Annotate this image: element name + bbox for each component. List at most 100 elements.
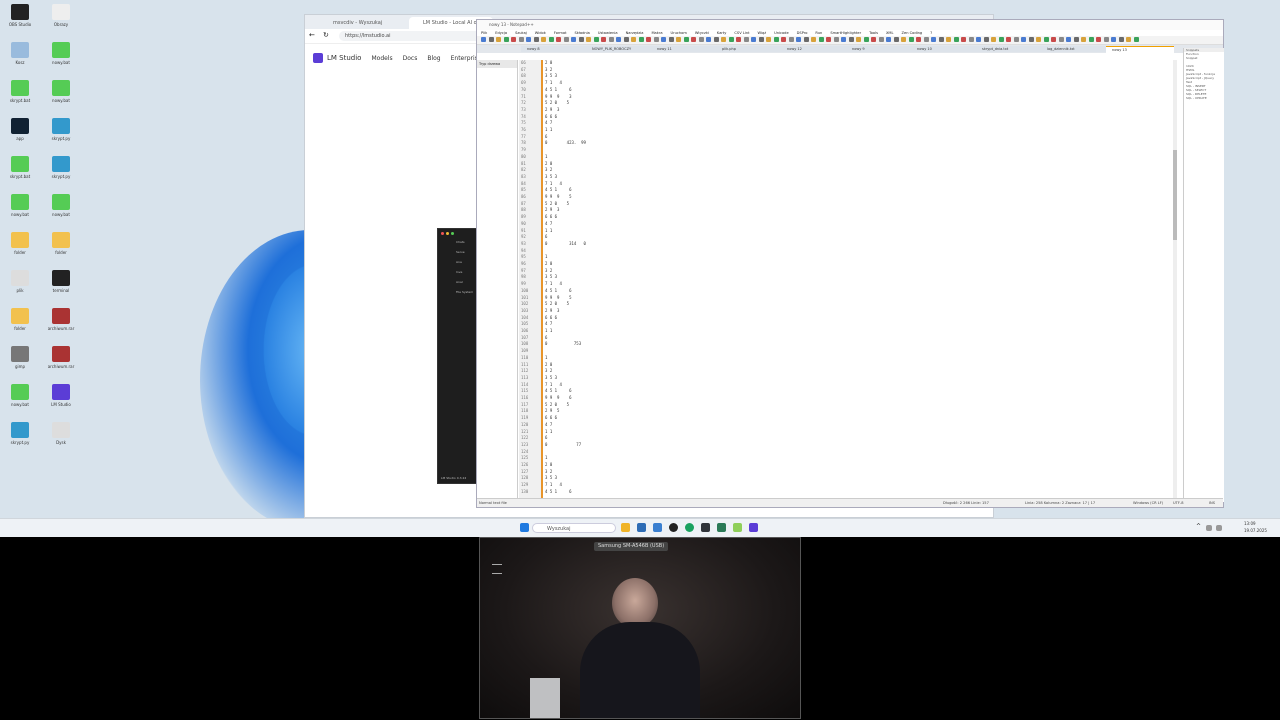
- mail-icon[interactable]: [653, 523, 662, 532]
- toolbar-button-icon[interactable]: [826, 37, 831, 42]
- desktop-icon[interactable]: folder: [1, 232, 39, 255]
- code-line[interactable]: 6: [545, 435, 547, 440]
- lm-studio-icon[interactable]: [749, 523, 758, 532]
- code-line[interactable]: 2 9 5: [545, 408, 559, 413]
- toolbar-button-icon[interactable]: [556, 37, 561, 42]
- code-line[interactable]: 5 2 0 5: [545, 100, 569, 105]
- dark-menu-item[interactable]: Anal: [438, 277, 476, 287]
- code-line[interactable]: 2 0: [545, 462, 552, 467]
- app-icon[interactable]: [701, 523, 710, 532]
- code-line[interactable]: 5 2 0 5: [545, 301, 569, 306]
- toolbar-button-icon[interactable]: [953, 37, 959, 42]
- chrome-icon[interactable]: [685, 523, 694, 532]
- close-dot-icon[interactable]: [441, 232, 444, 235]
- code-line[interactable]: 2 0: [545, 161, 552, 166]
- toolbar-button-icon[interactable]: [601, 37, 606, 42]
- code-line[interactable]: 6: [545, 134, 547, 139]
- back-icon[interactable]: ←: [309, 31, 315, 39]
- toolbar-button-icon[interactable]: [1088, 37, 1094, 42]
- code-line[interactable]: 3 5 3: [545, 174, 557, 179]
- code-line[interactable]: 4 5 1 6: [545, 489, 572, 494]
- toolbar-button-icon[interactable]: [841, 37, 846, 42]
- toolbar-button-icon[interactable]: [608, 37, 614, 42]
- code-line[interactable]: 6 6 6: [545, 114, 557, 119]
- toolbar-button-icon[interactable]: [758, 37, 764, 42]
- code-line[interactable]: 0 314 0: [545, 241, 586, 246]
- code-line[interactable]: 4 7: [545, 321, 552, 326]
- obs-icon[interactable]: [669, 523, 678, 532]
- maximize-dot-icon[interactable]: [451, 232, 454, 235]
- toolbar-button-icon[interactable]: [901, 37, 906, 42]
- toolbar-button-icon[interactable]: [796, 37, 801, 42]
- toolbar-button-icon[interactable]: [563, 37, 569, 42]
- toolbar-button-icon[interactable]: [766, 37, 771, 42]
- code-line[interactable]: 4 7: [545, 120, 552, 125]
- toolbar-button-icon[interactable]: [751, 37, 756, 42]
- code-line[interactable]: 2 9 3: [545, 207, 559, 212]
- code-line[interactable]: 3 5 3: [545, 73, 557, 78]
- code-line[interactable]: 6 6 6: [545, 315, 557, 320]
- toolbar-button-icon[interactable]: [706, 37, 711, 42]
- dark-menu-item[interactable]: File System: [438, 287, 476, 297]
- snippet-item[interactable]: SQL - UPDATE: [1184, 96, 1224, 100]
- desktop-icon[interactable]: nowy.bat: [42, 80, 80, 103]
- toolbar-button-icon[interactable]: [1118, 37, 1124, 42]
- toolbar-button-icon[interactable]: [1103, 37, 1109, 42]
- code-line[interactable]: 2 0: [545, 261, 552, 266]
- start-icon[interactable]: [520, 523, 529, 532]
- code-line[interactable]: 5 2 0 5: [545, 402, 569, 407]
- desktop-icon[interactable]: folder: [1, 308, 39, 331]
- code-line[interactable]: 3 5 3: [545, 475, 557, 480]
- code-line[interactable]: 3 2: [545, 268, 552, 273]
- code-line[interactable]: 4 7: [545, 422, 552, 427]
- document-tab[interactable]: plik.php: [716, 46, 784, 52]
- desktop-icon[interactable]: skrypt.bat: [1, 156, 39, 179]
- desktop-icon[interactable]: folder: [42, 232, 80, 255]
- document-tab-active[interactable]: nowy 13: [1106, 46, 1174, 53]
- code-line[interactable]: 1: [545, 355, 547, 360]
- desktop-icon[interactable]: skrypt.bat: [1, 80, 39, 103]
- toolbar-button-icon[interactable]: [721, 37, 726, 42]
- toolbar-button-icon[interactable]: [1043, 37, 1049, 42]
- dark-menu-item[interactable]: Inve: [438, 267, 476, 277]
- code-line[interactable]: 0 423. 99: [545, 140, 586, 145]
- code-line[interactable]: 3 2: [545, 469, 552, 474]
- code-line[interactable]: 7 1 4: [545, 281, 562, 286]
- code-line[interactable]: 4 5 1 6: [545, 87, 572, 92]
- desktop-icon[interactable]: gimp: [1, 346, 39, 369]
- desktop-icon[interactable]: nowy.bat: [42, 42, 80, 65]
- editor-area[interactable]: 66 2 0 67 3 2 68 3 5 3 69 7 1 4 70 4 5 1 6 71 9 9 9…: [519, 60, 1179, 498]
- toolbar-button-icon[interactable]: [481, 37, 486, 42]
- toolbar-button-icon[interactable]: [886, 37, 891, 42]
- toolbar-button-icon[interactable]: [976, 37, 981, 42]
- toolbar-button-icon[interactable]: [781, 37, 786, 42]
- code-line[interactable]: 1 1: [545, 127, 552, 132]
- desktop-icon[interactable]: nowy.bat: [42, 194, 80, 217]
- toolbar-button-icon[interactable]: [908, 37, 914, 42]
- taskbar-search[interactable]: Wyszukaj: [532, 523, 616, 533]
- browser-tab[interactable]: msvcdiv - Wyszukaj: [319, 17, 382, 29]
- toolbar-button-icon[interactable]: [1013, 37, 1019, 42]
- toolbar-button-icon[interactable]: [743, 37, 749, 42]
- code-line[interactable]: 1 1: [545, 429, 552, 434]
- toolbar-button-icon[interactable]: [728, 37, 734, 42]
- toolbar-button-icon[interactable]: [638, 37, 644, 42]
- toolbar-button-icon[interactable]: [1058, 37, 1064, 42]
- code-line[interactable]: 3 2: [545, 368, 552, 373]
- toolbar-button-icon[interactable]: [1036, 37, 1041, 42]
- code-line[interactable]: 4 5 1 6: [545, 187, 572, 192]
- toolbar-button-icon[interactable]: [833, 37, 839, 42]
- toolbar-button-icon[interactable]: [893, 37, 899, 42]
- desktop-icon[interactable]: OBS Studio: [1, 4, 39, 27]
- desktop-icon[interactable]: skrypt.py: [42, 156, 80, 179]
- toolbar-button-icon[interactable]: [923, 37, 929, 42]
- code-line[interactable]: 1 1: [545, 228, 552, 233]
- code-line[interactable]: 3 2: [545, 67, 552, 72]
- code-line[interactable]: 2 9 3: [545, 308, 559, 313]
- toolbar-button-icon[interactable]: [983, 37, 989, 42]
- toolbar-button-icon[interactable]: [811, 37, 816, 42]
- taskbar-time[interactable]: 13:09: [1244, 521, 1256, 526]
- code-line[interactable]: 7 1 4: [545, 181, 562, 186]
- toolbar-button-icon[interactable]: [698, 37, 704, 42]
- toolbar-button-icon[interactable]: [631, 37, 636, 42]
